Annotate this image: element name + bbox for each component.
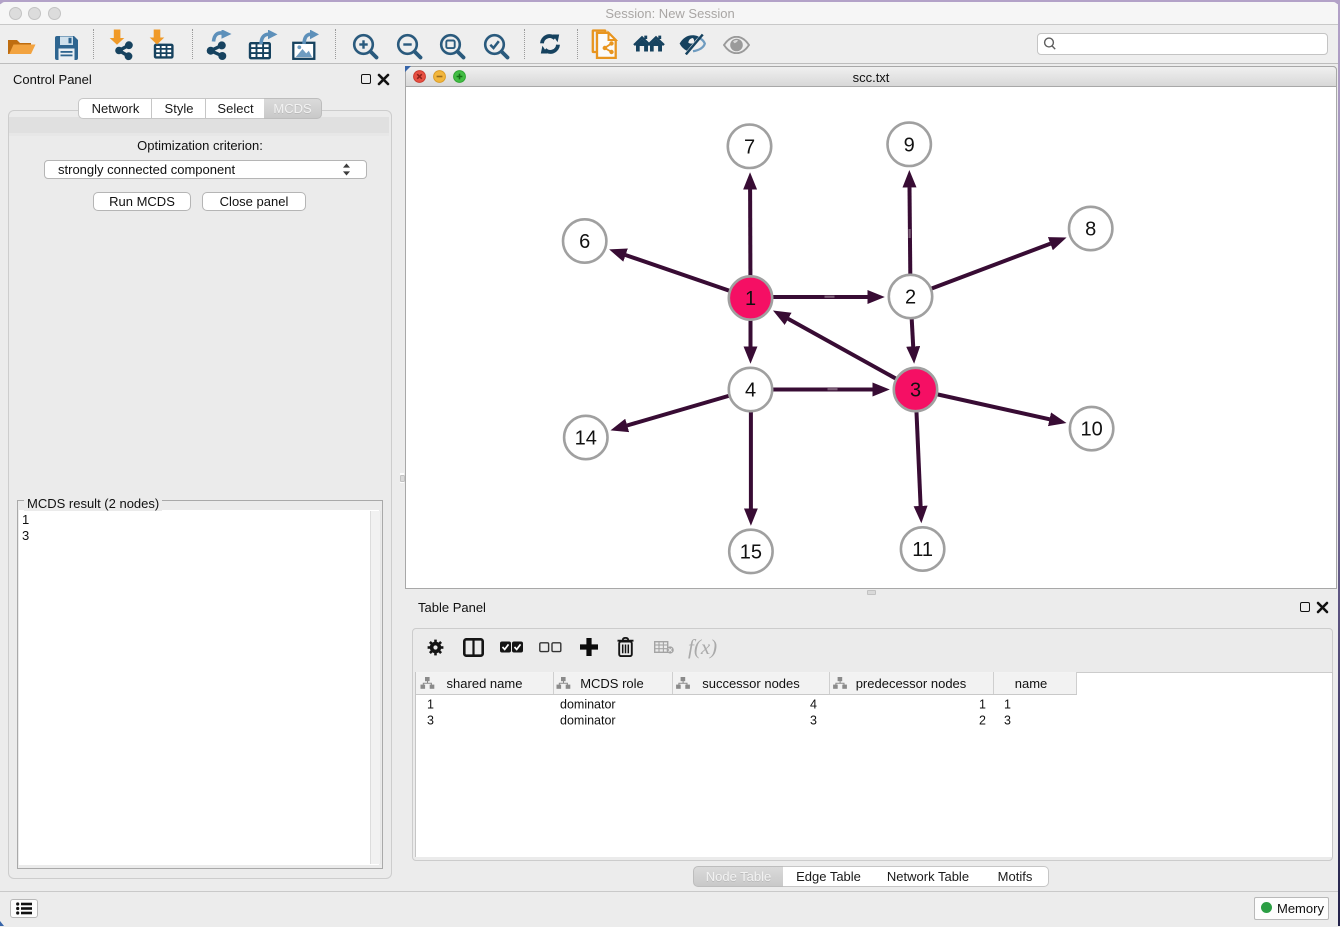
- svg-text:14: 14: [575, 428, 597, 450]
- svg-text:predecessor nodes: predecessor nodes: [856, 676, 967, 691]
- svg-text:dominator: dominator: [560, 714, 616, 728]
- svg-text:MCDS role: MCDS role: [580, 676, 644, 691]
- svg-text:10: 10: [1080, 419, 1102, 441]
- svg-text:2: 2: [979, 714, 986, 728]
- svg-text:1: 1: [427, 698, 434, 712]
- svg-text:15: 15: [740, 541, 762, 563]
- svg-text:3: 3: [810, 714, 817, 728]
- svg-text:2: 2: [905, 287, 916, 309]
- svg-text:11: 11: [912, 539, 933, 561]
- svg-text:8: 8: [1085, 219, 1096, 241]
- svg-text:1: 1: [979, 698, 986, 712]
- svg-text:6: 6: [579, 231, 590, 253]
- svg-text:9: 9: [904, 134, 915, 156]
- svg-text:4: 4: [745, 380, 756, 402]
- svg-text:3: 3: [427, 714, 434, 728]
- svg-text:1: 1: [745, 288, 756, 310]
- svg-text:shared name: shared name: [447, 676, 523, 691]
- svg-text:dominator: dominator: [560, 698, 616, 712]
- svg-text:7: 7: [744, 136, 755, 158]
- svg-text:3: 3: [1004, 714, 1011, 728]
- svg-text:name: name: [1015, 676, 1048, 691]
- svg-text:successor nodes: successor nodes: [702, 676, 800, 691]
- svg-text:4: 4: [810, 698, 817, 712]
- svg-text:3: 3: [910, 380, 921, 402]
- svg-text:1: 1: [1004, 698, 1011, 712]
